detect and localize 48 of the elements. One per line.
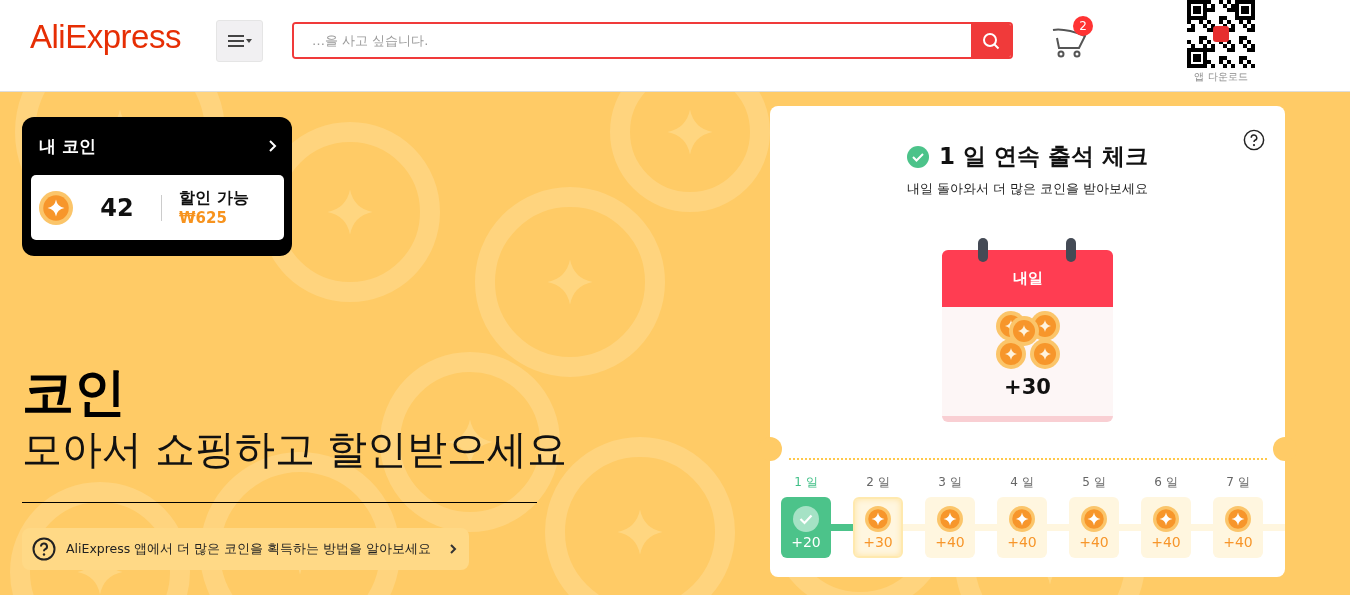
day-reward-tile: +40 <box>997 497 1047 558</box>
day-label: 6 일 <box>1154 474 1178 491</box>
coin-count: 42 <box>99 193 135 222</box>
qr-code-icon <box>1187 0 1255 68</box>
qr-caption: 앱 다운로드 <box>1194 70 1248 84</box>
coin-icon <box>39 190 73 225</box>
search-button[interactable] <box>971 24 1011 57</box>
day-label: 1 일 <box>794 474 818 491</box>
help-icon[interactable] <box>1243 129 1265 151</box>
info-link[interactable]: AliExpress 앱에서 더 많은 코인을 획득하는 방법을 알아보세요 <box>22 528 470 570</box>
category-menu-button[interactable] <box>216 20 263 62</box>
check-circle-icon <box>906 145 929 168</box>
day-reward-tile: +30 <box>853 497 903 558</box>
cart-badge: 2 <box>1073 16 1093 36</box>
coin-icon <box>937 505 963 532</box>
coin-icon <box>1225 505 1251 532</box>
day-label: 7 일 <box>1226 474 1250 491</box>
check-icon <box>793 505 819 532</box>
day-label: 4 일 <box>1010 474 1034 491</box>
discount-value: ₩625 <box>179 209 228 227</box>
day-reward-tile: +40 <box>1069 497 1119 558</box>
hero-title: 코인 <box>22 362 126 422</box>
coin-icon <box>865 505 891 532</box>
hero-subtitle: 모아서 쇼핑하고 할인받으세요 <box>22 425 568 474</box>
day-reward-tile: +40 <box>925 497 975 558</box>
chevron-right-icon <box>268 139 278 153</box>
day-reward-tile: +40 <box>1213 497 1263 558</box>
day-label: 5 일 <box>1082 474 1106 491</box>
my-coins-card[interactable]: 내 코인 42 할인 가능 ₩625 <box>22 117 292 256</box>
my-coins-title: 내 코인 <box>39 134 96 158</box>
day-reward-tile: +40 <box>1141 497 1191 558</box>
calendar-label: 내일 <box>1012 269 1043 288</box>
coin-icon <box>1009 505 1035 532</box>
search-icon <box>982 31 1000 50</box>
search-bar[interactable]: …을 사고 싶습니다. <box>292 22 1013 59</box>
check-in-title: 1 일 연속 출석 체크 <box>938 142 1148 171</box>
chevron-right-icon <box>449 543 458 555</box>
day-reward-tile: +20 <box>781 497 831 558</box>
help-icon <box>32 537 56 561</box>
day-label: 2 일 <box>866 474 890 491</box>
logo[interactable]: AliExpress <box>30 18 206 56</box>
calendar-reward: +30 <box>1004 375 1051 399</box>
check-in-subtitle: 내일 돌아와서 더 많은 코인을 받아보세요 <box>906 180 1149 198</box>
coin-icon <box>1081 505 1107 532</box>
menu-icon <box>227 33 252 49</box>
discount-label: 할인 가능 <box>179 188 249 209</box>
day-label: 3 일 <box>938 474 962 491</box>
coin-icon <box>1153 505 1179 532</box>
